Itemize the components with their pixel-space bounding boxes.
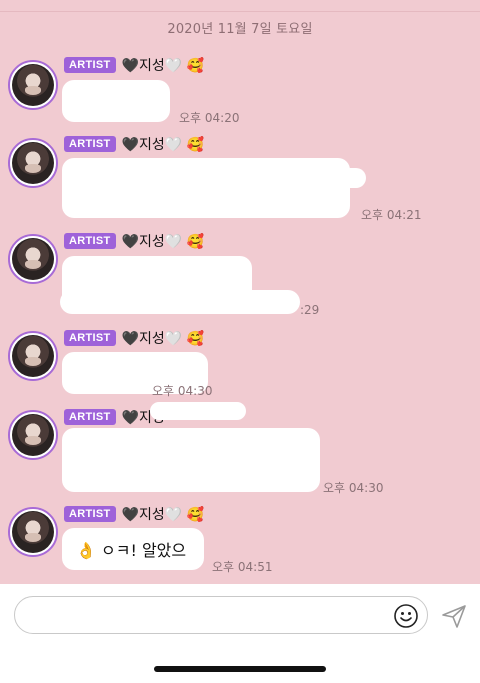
message-text: 👌 ㅇㅋ! 알았으: [76, 541, 187, 560]
artist-badge: ARTIST: [64, 409, 116, 425]
sender-name: 🖤지성🤍 🥰: [121, 331, 205, 347]
home-indicator: [154, 666, 326, 672]
redaction-smear: [300, 168, 366, 188]
message-bubble[interactable]: [62, 428, 320, 492]
send-icon[interactable]: [440, 602, 468, 630]
timestamp: 오후 04:21: [361, 208, 422, 222]
message-bubble[interactable]: [62, 158, 350, 218]
sender-row: ARTIST 🖤지성🤍 🥰: [64, 56, 204, 74]
timestamp: 오후 04:30: [152, 384, 213, 398]
message-bubble[interactable]: 👌 ㅇㅋ! 알았으: [62, 528, 204, 570]
artist-badge: ARTIST: [64, 57, 116, 73]
sender-name: 🖤지성🤍 🥰: [121, 234, 205, 250]
date-divider: 2020년 11월 7일 토요일: [167, 22, 313, 37]
redaction-smear: [150, 402, 246, 420]
sender-row: ARTIST 🖤지성🤍 🥰: [64, 135, 204, 153]
sender-row: ARTIST 🖤지성🤍 🥰: [64, 329, 204, 347]
sender-row: ARTIST 🖤지성🤍 🥰: [64, 232, 204, 250]
timestamp: 오후 04:30: [323, 481, 384, 495]
artist-badge: ARTIST: [64, 233, 116, 249]
timestamp: 오후 04:51: [212, 560, 273, 574]
artist-badge: ARTIST: [64, 506, 116, 522]
message-bubble[interactable]: [62, 80, 170, 122]
avatar[interactable]: [8, 331, 58, 381]
top-bar: [0, 0, 480, 12]
message-input[interactable]: [15, 597, 385, 633]
smile-icon[interactable]: [393, 603, 419, 629]
avatar[interactable]: [8, 138, 58, 188]
message-input-field[interactable]: [14, 596, 428, 634]
redaction-smear: [60, 290, 300, 314]
avatar[interactable]: [8, 234, 58, 284]
avatar[interactable]: [8, 410, 58, 460]
sender-row: ARTIST 🖤지성🤍 🥰: [64, 505, 204, 523]
redaction-smear: [150, 358, 206, 378]
sender-name: 🖤지성🤍 🥰: [121, 58, 205, 74]
sender-name: 🖤지성🤍 🥰: [121, 507, 205, 523]
artist-badge: ARTIST: [64, 330, 116, 346]
timestamp: :29: [300, 303, 320, 317]
artist-badge: ARTIST: [64, 136, 116, 152]
sender-name: 🖤지성🤍 🥰: [121, 137, 205, 153]
avatar[interactable]: [8, 507, 58, 557]
timestamp: 오후 04:20: [179, 111, 240, 125]
avatar[interactable]: [8, 60, 58, 110]
